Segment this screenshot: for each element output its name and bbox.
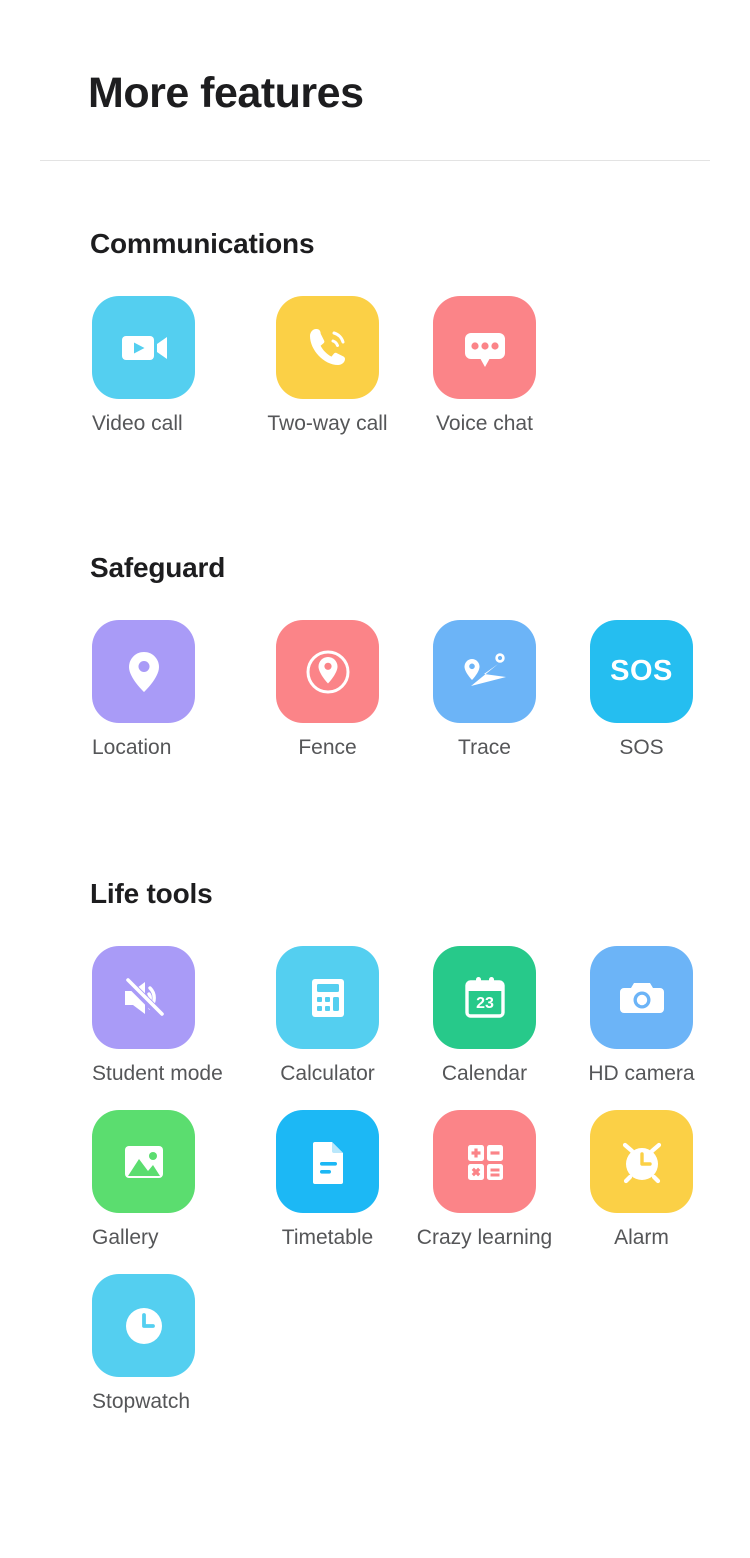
app-tile-video-call[interactable]: Video call (92, 296, 249, 436)
app-label: HD camera (588, 1062, 695, 1085)
map-pin-icon (92, 620, 195, 723)
calculator-icon (276, 946, 379, 1049)
app-label: Video call (92, 412, 183, 435)
route-map-icon (433, 620, 536, 723)
sos-label: SOS (610, 655, 673, 687)
app-label: Trace (458, 736, 511, 759)
calendar-icon: 23 (433, 946, 536, 1049)
pin-in-circle-icon (276, 620, 379, 723)
app-label: Alarm (614, 1226, 669, 1249)
calendar-day-number: 23 (476, 995, 494, 1012)
section-title-communications: Communications (90, 228, 315, 259)
app-tile-calendar[interactable]: 23 Calendar (406, 946, 563, 1086)
app-label: Calendar (441, 1062, 528, 1085)
app-tile-gallery[interactable]: Gallery (92, 1110, 249, 1250)
communications-grid: Video call Two-way call Voice chat (92, 296, 732, 460)
header-divider (40, 160, 710, 161)
app-label: Location (92, 736, 172, 759)
app-label: Crazy learning (416, 1226, 553, 1249)
app-tile-hd-camera[interactable]: HD camera (563, 946, 720, 1086)
sos-text-icon: SOS (590, 620, 693, 723)
phone-call-icon (276, 296, 379, 399)
alarm-clock-icon (590, 1110, 693, 1213)
app-tile-location[interactable]: Location (92, 620, 249, 760)
app-tile-sos[interactable]: SOS SOS (563, 620, 720, 760)
section-life-tools: Life tools Student mode Calculator 23 Ca… (0, 878, 750, 1438)
app-label: SOS (619, 736, 664, 759)
section-title-safeguard: Safeguard (90, 552, 226, 583)
speech-bubble-icon (433, 296, 536, 399)
section-communications: Communications Video call Two-way call V… (0, 228, 750, 460)
app-tile-calculator[interactable]: Calculator (249, 946, 406, 1086)
app-label: Calculator (280, 1062, 375, 1085)
camera-icon (590, 946, 693, 1049)
app-tile-two-way-call[interactable]: Two-way call (249, 296, 406, 436)
app-tile-voice-chat[interactable]: Voice chat (406, 296, 563, 436)
video-camera-icon (92, 296, 195, 399)
app-label: Stopwatch (92, 1390, 191, 1413)
life-tools-grid: Student mode Calculator 23 Calendar HD c… (92, 946, 732, 1438)
speaker-mute-icon (92, 946, 195, 1049)
more-features-screen: More features Communications Video call (0, 0, 750, 1558)
app-label: Fence (298, 736, 357, 759)
safeguard-grid: Location Fence Trace SOS SOS (92, 620, 732, 784)
section-title-life-tools: Life tools (90, 878, 213, 909)
photo-image-icon (92, 1110, 195, 1213)
app-label: Timetable (281, 1226, 374, 1249)
app-tile-alarm[interactable]: Alarm (563, 1110, 720, 1250)
app-tile-timetable[interactable]: Timetable (249, 1110, 406, 1250)
app-tile-fence[interactable]: Fence (249, 620, 406, 760)
clock-icon (92, 1274, 195, 1377)
document-icon (276, 1110, 379, 1213)
app-label: Student mode (92, 1062, 223, 1085)
page-title: More features (88, 69, 364, 117)
app-label: Gallery (92, 1226, 159, 1249)
app-tile-crazy-learning[interactable]: Crazy learning (406, 1110, 563, 1250)
app-tile-trace[interactable]: Trace (406, 620, 563, 760)
app-tile-stopwatch[interactable]: Stopwatch (92, 1274, 249, 1414)
math-symbols-icon (433, 1110, 536, 1213)
app-label: Voice chat (436, 412, 533, 435)
app-tile-student-mode[interactable]: Student mode (92, 946, 249, 1086)
app-label: Two-way call (267, 412, 388, 435)
section-safeguard: Safeguard Location Fence Trace SOS SOS (0, 552, 750, 784)
